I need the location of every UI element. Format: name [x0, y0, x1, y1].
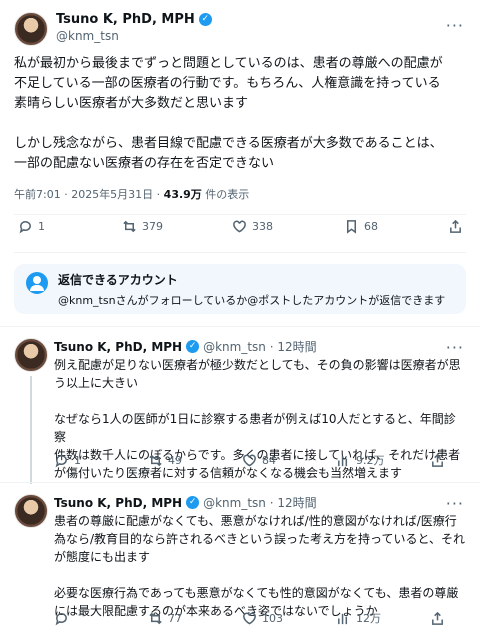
retweet-icon	[122, 219, 137, 234]
reply-icon	[54, 453, 69, 468]
reply-author-name[interactable]: Tsuno K, PhD, MPH	[54, 496, 182, 510]
reply-count: 1	[74, 453, 81, 467]
retweet-button[interactable]: 49	[148, 453, 182, 468]
author-name[interactable]: Tsuno K, PhD, MPH	[56, 12, 195, 27]
share-icon	[430, 453, 445, 468]
reply-meta[interactable]: @knm_tsn · 12時間	[203, 494, 317, 511]
reply-button[interactable]	[54, 611, 74, 626]
reply-text: 患者の尊厳に配慮がなくても、悪意がなければ/性的意図がなければ/医療行 為なら/…	[54, 514, 465, 618]
retweet-icon	[148, 611, 163, 626]
retweet-button[interactable]: 379	[122, 219, 163, 234]
more-options-icon[interactable]: ···	[446, 494, 464, 513]
person-icon	[26, 272, 48, 294]
views-button[interactable]: 9.2万	[336, 452, 385, 468]
like-button[interactable]: 338	[232, 219, 273, 234]
retweet-count: 77	[168, 611, 182, 625]
avatar[interactable]	[14, 12, 48, 46]
view-count: 12万	[356, 612, 381, 625]
share-button[interactable]	[430, 453, 445, 468]
bar-chart-icon	[336, 453, 351, 468]
bookmark-count: 68	[364, 219, 378, 233]
reply-restriction-notice[interactable]: 返信できるアカウント @knm_tsnさんがフォローしているか@ポストしたアカウ…	[14, 264, 466, 314]
tweet-meta: 午前7:01 · 2025年5月31日 · 43.9万 件の表示	[14, 186, 249, 202]
verified-badge-icon: ✓	[186, 340, 200, 353]
verified-badge-icon: ✓	[198, 13, 212, 26]
tweet-timestamp[interactable]: 午前7:01 · 2025年5月31日 ·	[14, 188, 164, 201]
reply-icon	[54, 611, 69, 626]
reply-button[interactable]: 1	[54, 453, 81, 468]
author-name-row[interactable]: Tsuno K, PhD, MPH ✓	[56, 12, 212, 27]
bar-chart-icon	[336, 611, 351, 626]
reply-button[interactable]: 1	[18, 219, 45, 234]
view-count: 9.2万	[356, 454, 385, 467]
more-options-icon[interactable]: ···	[446, 16, 464, 35]
divider	[0, 326, 480, 327]
divider	[0, 482, 480, 483]
tweet-views: 43.9万	[163, 188, 202, 201]
like-count: 338	[252, 219, 273, 233]
bookmark-button[interactable]: 68	[344, 219, 378, 234]
like-count: 84	[262, 453, 276, 467]
like-button[interactable]: 84	[242, 453, 276, 468]
retweet-icon	[148, 453, 163, 468]
author-handle[interactable]: @knm_tsn	[56, 29, 212, 43]
reply-tweet[interactable]: Tsuno K, PhD, MPH ✓ @knm_tsn · 12時間 ··· …	[0, 494, 480, 640]
like-count: 103	[262, 611, 283, 625]
reply-tweet[interactable]: Tsuno K, PhD, MPH ✓ @knm_tsn · 12時間 ··· …	[0, 338, 480, 488]
author-block: Tsuno K, PhD, MPH ✓ @knm_tsn	[56, 12, 212, 43]
reply-header: Tsuno K, PhD, MPH ✓ @knm_tsn · 12時間	[54, 494, 317, 511]
avatar[interactable]	[14, 338, 48, 372]
retweet-count: 379	[142, 219, 163, 233]
divider	[14, 252, 466, 253]
reply-author-name[interactable]: Tsuno K, PhD, MPH	[54, 340, 182, 354]
reply-meta[interactable]: @knm_tsn · 12時間	[203, 338, 317, 355]
like-button[interactable]: 103	[242, 611, 283, 626]
heart-icon	[242, 453, 257, 468]
reply-notice-description: @knm_tsnさんがフォローしているか@ポストしたアカウントが返信できます	[58, 294, 446, 307]
more-options-icon[interactable]: ···	[446, 338, 464, 357]
reply-count: 1	[38, 219, 45, 233]
reply-icon	[18, 219, 33, 234]
share-icon	[430, 611, 445, 626]
reply-notice-title: 返信できるアカウント	[58, 273, 178, 287]
divider	[14, 214, 466, 215]
views-button[interactable]: 12万	[336, 610, 381, 626]
share-button[interactable]	[448, 219, 463, 234]
verified-badge-icon: ✓	[186, 496, 200, 509]
avatar[interactable]	[14, 494, 48, 528]
reply-header: Tsuno K, PhD, MPH ✓ @knm_tsn · 12時間	[54, 338, 317, 355]
thread-line	[30, 376, 32, 484]
heart-icon	[242, 611, 257, 626]
retweet-count: 49	[168, 453, 182, 467]
tweet-views-suffix: 件の表示	[201, 188, 250, 201]
heart-icon	[232, 219, 247, 234]
tweet-text: 私が最初から最後までずっと問題としているのは、患者の尊厳への配慮が 不足している…	[14, 56, 443, 171]
retweet-button[interactable]: 77	[148, 611, 182, 626]
bookmark-icon	[344, 219, 359, 234]
share-icon	[448, 219, 463, 234]
share-button[interactable]	[430, 611, 445, 626]
